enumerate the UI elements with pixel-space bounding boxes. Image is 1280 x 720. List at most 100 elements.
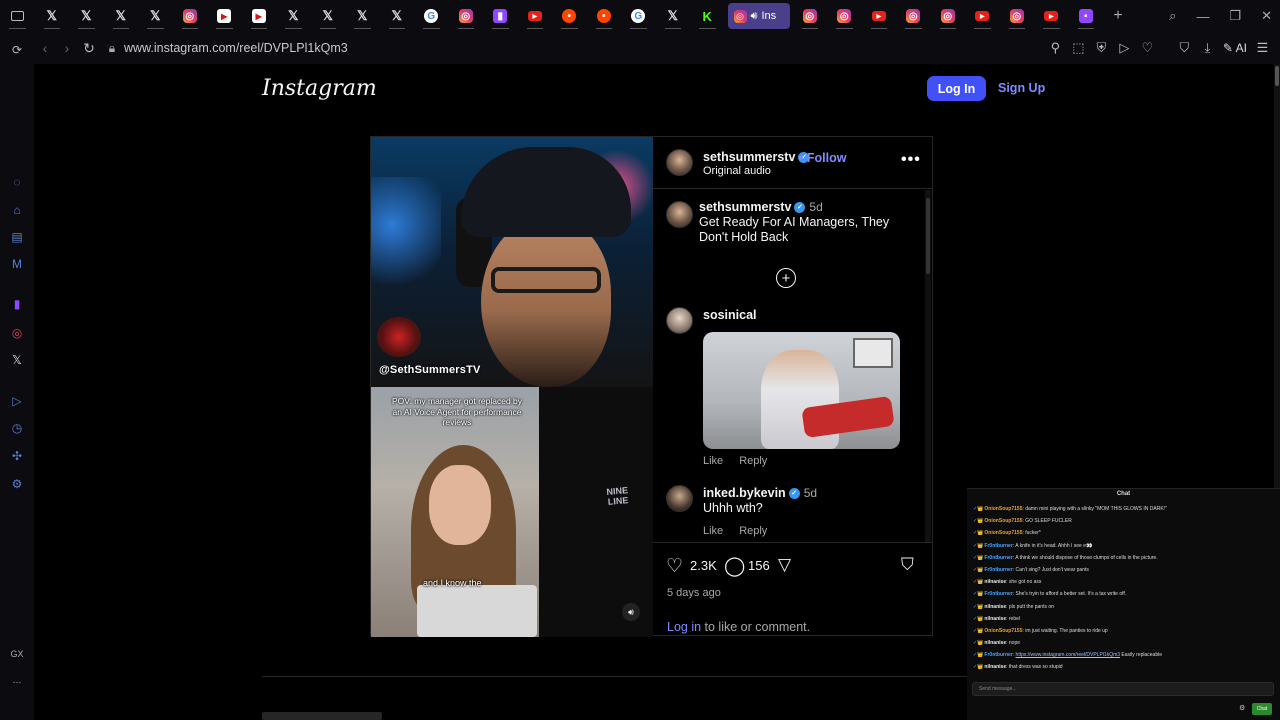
browser-tab[interactable]: 𝕏 [345, 0, 380, 32]
chat-input[interactable]: Send message... [972, 682, 1274, 696]
signup-link[interactable]: Sign Up [998, 81, 1045, 95]
browser-tab[interactable]: K [690, 0, 725, 32]
browser-tab[interactable]: ▶ [207, 0, 242, 32]
chat-username[interactable]: Fr0ntburner [984, 543, 1012, 549]
browser-tab[interactable] [0, 0, 35, 32]
browser-tab[interactable]: 𝕏 [138, 0, 173, 32]
browser-tab[interactable]: ◎ [1000, 0, 1035, 32]
instagram-icon[interactable]: ◎ [9, 325, 25, 341]
browser-tab[interactable]: ◎ [827, 0, 862, 32]
browser-tab[interactable]: ◎ [449, 0, 484, 32]
chat-username[interactable]: nilnanise [984, 604, 1006, 610]
speaker-icon[interactable]: 🔊︎ [751, 10, 758, 23]
avatar[interactable] [666, 201, 693, 228]
browser-tab[interactable]: • [552, 0, 587, 32]
bookmark-icon[interactable]: ⛉ [901, 555, 914, 575]
lock-icon[interactable]: 🔒︎ [100, 41, 124, 56]
browser-tab[interactable]: ▶ [1034, 0, 1069, 32]
browser-tab[interactable]: ◎ [896, 0, 931, 32]
mute-button[interactable]: 🔊︎ [622, 603, 640, 621]
more-icon[interactable]: ⋯ [9, 674, 25, 690]
original-audio-link[interactable]: Original audio [703, 165, 771, 177]
browser-tab[interactable]: 𝕏 [656, 0, 691, 32]
avatar[interactable] [666, 485, 693, 512]
comment-gif[interactable] [703, 332, 900, 449]
translate-icon[interactable]: ⌂ [9, 202, 25, 218]
scrollbar-thumb[interactable] [926, 198, 930, 274]
instagram-logo[interactable]: Instagram [262, 76, 377, 101]
new-tab-button[interactable]: + [1103, 7, 1133, 25]
heart-icon[interactable]: ♡ [1140, 40, 1155, 56]
chat-username[interactable]: Fr0ntburner [984, 652, 1012, 658]
play-icon[interactable]: ▷ [1117, 40, 1132, 56]
browser-tab[interactable]: 𝕏 [380, 0, 415, 32]
browser-tab[interactable]: G [621, 0, 656, 32]
chat-username[interactable]: OnionSoup7155 [984, 530, 1022, 536]
like-link[interactable]: Like [703, 455, 723, 467]
search-icon[interactable]: ⌕ [1169, 8, 1176, 24]
browser-tab[interactable]: ◎ [173, 0, 208, 32]
chat-username[interactable]: nilnanise [984, 664, 1006, 670]
browser-tab[interactable]: • [587, 0, 622, 32]
login-button[interactable]: Log In [927, 76, 986, 101]
reload-button[interactable]: ↻ [78, 40, 100, 57]
browser-tab[interactable]: 𝕏 [104, 0, 139, 32]
chat-settings-icon[interactable]: ⚙ [1239, 704, 1245, 712]
extensions-icon[interactable]: ✣ [9, 448, 25, 464]
avatar[interactable] [666, 149, 693, 176]
maximize-button[interactable]: ❐ [1229, 8, 1241, 24]
comment-author[interactable]: inked.bykevin ✓ 5d [703, 486, 817, 500]
reply-link[interactable]: Reply [739, 525, 767, 537]
chat-username[interactable]: Fr0ntburner [984, 591, 1012, 597]
ai-button[interactable]: ✎ AI [1223, 41, 1247, 55]
gx-icon[interactable]: GX [9, 646, 25, 662]
login-link[interactable]: Log in [667, 620, 701, 634]
avatar[interactable] [666, 307, 693, 334]
heart-icon[interactable]: ♡ [666, 555, 683, 578]
like-link[interactable]: Like [703, 525, 723, 537]
shield-icon[interactable]: ⛨ [1094, 40, 1109, 56]
player-icon[interactable]: ▷ [9, 393, 25, 409]
sidebar-toggle-icon[interactable]: ⟳ [9, 42, 25, 58]
comments-scrollbar[interactable] [925, 190, 931, 542]
twitch-icon[interactable]: ▮ [9, 296, 25, 312]
browser-tab[interactable]: ▶ [862, 0, 897, 32]
download-icon[interactable]: ⤓ [1200, 40, 1215, 56]
m-icon[interactable]: M [9, 256, 25, 272]
chat-username[interactable]: OnionSoup7155 [984, 506, 1022, 512]
x-icon[interactable]: 𝕏 [9, 352, 25, 368]
history-icon[interactable]: ◷ [9, 420, 25, 436]
reply-link[interactable]: Reply [739, 455, 767, 467]
wallet-icon[interactable]: ⛉ [1177, 40, 1192, 56]
browser-tab[interactable]: 𝕏 [276, 0, 311, 32]
chat-username[interactable]: OnionSoup7155 [984, 628, 1022, 634]
browser-tab[interactable]: ▶ [242, 0, 277, 32]
chat-username[interactable]: Fr0ntburner [984, 567, 1012, 573]
forward-button[interactable]: › [56, 40, 78, 56]
messenger-icon[interactable]: ◌ [9, 174, 25, 190]
chat-username[interactable]: nilnanise [984, 616, 1006, 622]
chat-send-button[interactable]: Chat [1252, 703, 1272, 715]
author-name[interactable]: sethsummerstv ✓ [703, 150, 810, 164]
follow-button[interactable]: • Follow [799, 151, 846, 165]
close-button[interactable]: ✕ [1261, 8, 1272, 24]
back-button[interactable]: ‹ [34, 40, 56, 56]
menu-icon[interactable]: ☰ [1255, 40, 1270, 56]
browser-tab[interactable]: 𝕏 [69, 0, 104, 32]
browser-tab[interactable]: ▮ [483, 0, 518, 32]
chat-username[interactable]: nilnanise [984, 640, 1006, 646]
browser-tab[interactable]: G [414, 0, 449, 32]
minimize-button[interactable]: — [1196, 9, 1209, 24]
settings-icon[interactable]: ⚙ [9, 476, 25, 492]
share-icon[interactable]: ▽ [778, 555, 791, 575]
notes-icon[interactable]: ▤ [9, 229, 25, 245]
browser-tab[interactable]: 𝕏 [35, 0, 70, 32]
reel-video[interactable]: @SethSummersTV POV: my manager got repla… [371, 137, 653, 637]
scrollbar-thumb[interactable] [1275, 66, 1279, 86]
caption-author[interactable]: sethsummerstv ✓ 5d [699, 200, 823, 214]
more-options-icon[interactable]: ••• [901, 151, 921, 169]
browser-tab[interactable]: ▶ [518, 0, 553, 32]
browser-tab[interactable]: ▪ [1069, 0, 1104, 32]
chat-link[interactable]: https://www.instagram.com/reel/DVPLPl1kQ… [1016, 652, 1120, 658]
snapshot-icon[interactable]: ⬚ [1071, 40, 1086, 56]
